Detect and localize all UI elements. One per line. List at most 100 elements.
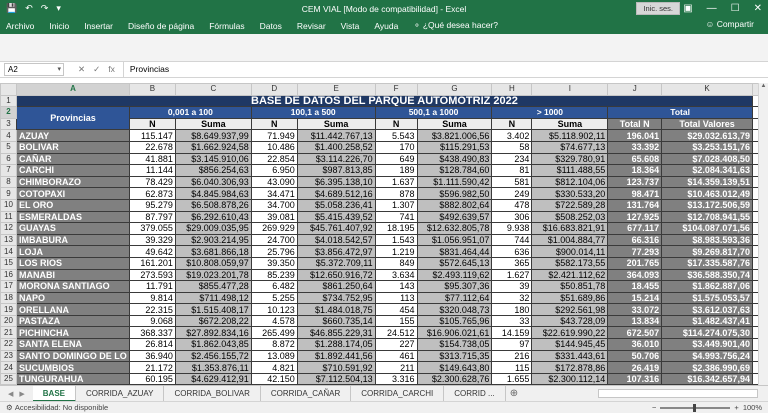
row-header[interactable]: 3 [0,117,17,131]
cell-suma-500-1000[interactable]: $149.643,80 [416,361,493,374]
cell-n-gt-1000[interactable]: 744 [491,233,533,247]
cell-n-100-500[interactable]: 25.796 [250,245,298,258]
cell-n-gt-1000[interactable]: 636 [491,245,533,258]
prev-sheet-icon[interactable]: ◀ [8,390,13,398]
cell-n-500-1000[interactable]: 454 [374,303,418,316]
cell-total-n[interactable]: 98.471 [607,187,663,200]
cell-n-gt-1000[interactable]: 478 [491,198,533,212]
cell-total-valores[interactable]: $17.335.587,76 [661,256,753,270]
cell-suma-100-500[interactable]: $660.735,14 [296,314,376,328]
cell-suma-100-500[interactable]: $11.442.767,13 [296,129,376,142]
cell-suma-gt-1000[interactable]: $74.677,13 [531,140,609,154]
province-cell[interactable]: EL ORO [15,198,130,212]
customize-qat-icon[interactable]: ▾ [56,3,61,14]
cell-n-gt-1000[interactable]: 216 [491,349,533,363]
banner-title[interactable]: BASE DE DATOS DEL PARQUE AUTOMOTRIZ 2022 [15,94,753,108]
tab-datos[interactable]: Datos [260,21,282,31]
tab-diseno-pagina[interactable]: Diseño de página [128,21,194,31]
cell-suma-0-100[interactable]: $2.903.214,95 [174,233,252,247]
cell-suma-gt-1000[interactable]: $22.619.990,22 [531,326,609,340]
cell-total-valores[interactable]: $10.463.012,49 [661,187,753,200]
cell-n-500-1000[interactable]: 3.634 [374,268,418,282]
col-header-e[interactable]: E [296,83,376,96]
col-header-j[interactable]: J [607,83,663,96]
cell-n-100-500[interactable]: 39.081 [250,210,298,224]
cell-suma-gt-1000[interactable]: $292.561,98 [531,303,609,316]
cell-n-gt-1000[interactable]: 3.402 [491,129,533,142]
cell-n-500-1000[interactable]: 849 [374,256,418,270]
col-header-h[interactable]: H [491,83,533,96]
cell-n-gt-1000[interactable]: 39 [491,280,533,293]
cell-suma-500-1000[interactable]: $16.906.021,61 [416,326,493,340]
cell-n-100-500[interactable]: 269.929 [250,222,298,235]
zoom-out-icon[interactable]: − [652,403,656,412]
cell-suma-0-100[interactable]: $672.208,22 [174,314,252,328]
cell-suma-gt-1000[interactable]: $330.533,20 [531,187,609,200]
cell-total-n[interactable]: 18.455 [607,280,663,293]
zoom-slider-thumb[interactable] [693,403,697,412]
cell-total-n[interactable]: 131.764 [607,198,663,212]
cell-n-gt-1000[interactable]: 234 [491,152,533,166]
cell-n-gt-1000[interactable]: 33 [491,314,533,328]
cell-suma-0-100[interactable]: $6.292.610,43 [174,210,252,224]
cell-n-0-100[interactable]: 62.873 [128,187,176,200]
cell-suma-0-100[interactable]: $3.681.866,18 [174,245,252,258]
cell-suma-100-500[interactable]: $5.415.439,52 [296,210,376,224]
add-sheet-icon[interactable]: ⊕ [510,388,518,399]
province-cell[interactable]: MANABI [15,268,130,282]
province-cell[interactable]: PASTAZA [15,314,130,328]
cell-suma-gt-1000[interactable]: $329.780,91 [531,152,609,166]
province-cell[interactable]: MORONA SANTIAGO [15,280,130,293]
col-header-c[interactable]: C [174,83,252,96]
ribbon-display-icon[interactable]: ▣ [683,0,692,17]
row-header[interactable]: 14 [0,245,17,258]
cell-suma-gt-1000[interactable]: $1.004.884,77 [531,233,609,247]
province-cell[interactable]: GUAYAS [15,222,130,235]
cell-total-n[interactable]: 66.316 [607,233,663,247]
worksheet-grid[interactable]: A B C D E F G H I J K L 1 BASE DE DATOS … [0,83,768,385]
cell-suma-100-500[interactable]: $3.856.472,97 [296,245,376,258]
cell-suma-100-500[interactable]: $46.855.229,31 [296,326,376,340]
cell-total-valores[interactable]: $3.253.151,76 [661,140,753,154]
cell-suma-100-500[interactable]: $5.058.236,41 [296,198,376,212]
cell-n-500-1000[interactable]: 1.219 [374,245,418,258]
cell-suma-100-500[interactable]: $710.591,92 [296,361,376,374]
cell-suma-500-1000[interactable]: $1.111.590,42 [416,175,493,189]
row-header[interactable]: 20 [0,314,17,328]
cell-total-valores[interactable]: $1.575.053,57 [661,291,753,305]
cell-suma-500-1000[interactable]: $1.056.951,07 [416,233,493,247]
sub-header-n[interactable]: N [374,117,418,131]
province-cell[interactable]: ORELLANA [15,303,130,316]
row-header[interactable]: 15 [0,256,17,270]
minimize-icon[interactable]: — [707,0,717,17]
cell-suma-500-1000[interactable]: $77.112,64 [416,291,493,305]
tab-formulas[interactable]: Fórmulas [209,21,244,31]
cell-n-100-500[interactable]: 10.123 [250,303,298,316]
cell-n-500-1000[interactable]: 741 [374,210,418,224]
row-header[interactable]: 4 [0,129,17,142]
cell-suma-500-1000[interactable]: $438.490,83 [416,152,493,166]
cell-n-0-100[interactable]: 22.315 [128,303,176,316]
row-header[interactable]: 10 [0,198,17,212]
cell-total-n[interactable]: 26.419 [607,361,663,374]
zoom-slider[interactable] [660,403,731,412]
cell-n-gt-1000[interactable]: 81 [491,164,533,177]
cell-n-500-1000[interactable]: 5.543 [374,129,418,142]
row-header[interactable]: 21 [0,326,17,340]
sheet-tab-corrida-azuay[interactable]: CORRIDA_AZUAY [76,385,165,402]
cell-suma-gt-1000[interactable]: $508.252,03 [531,210,609,224]
sheet-tab-corrida-bolivar[interactable]: CORRIDA_BOLIVAR [164,385,261,402]
cell-n-gt-1000[interactable]: 249 [491,187,533,200]
range-header-3[interactable]: 500,1 a 1000 [374,106,493,119]
cell-suma-100-500[interactable]: $861.250,64 [296,280,376,293]
cell-n-100-500[interactable]: 10.486 [250,140,298,154]
province-cell[interactable]: CARCHI [15,164,130,177]
cell-n-500-1000[interactable]: 1.637 [374,175,418,189]
cell-suma-0-100[interactable]: $10.808.059,97 [174,256,252,270]
cell-total-valores[interactable]: $1.482.437,41 [661,314,753,328]
function-icon[interactable]: fx [108,64,115,75]
province-cell[interactable]: TUNGURAHUA [15,372,130,385]
cell-n-0-100[interactable]: 273.593 [128,268,176,282]
cell-suma-0-100[interactable]: $4.629.412,91 [174,372,252,385]
cell-n-500-1000[interactable]: 3.316 [374,372,418,385]
